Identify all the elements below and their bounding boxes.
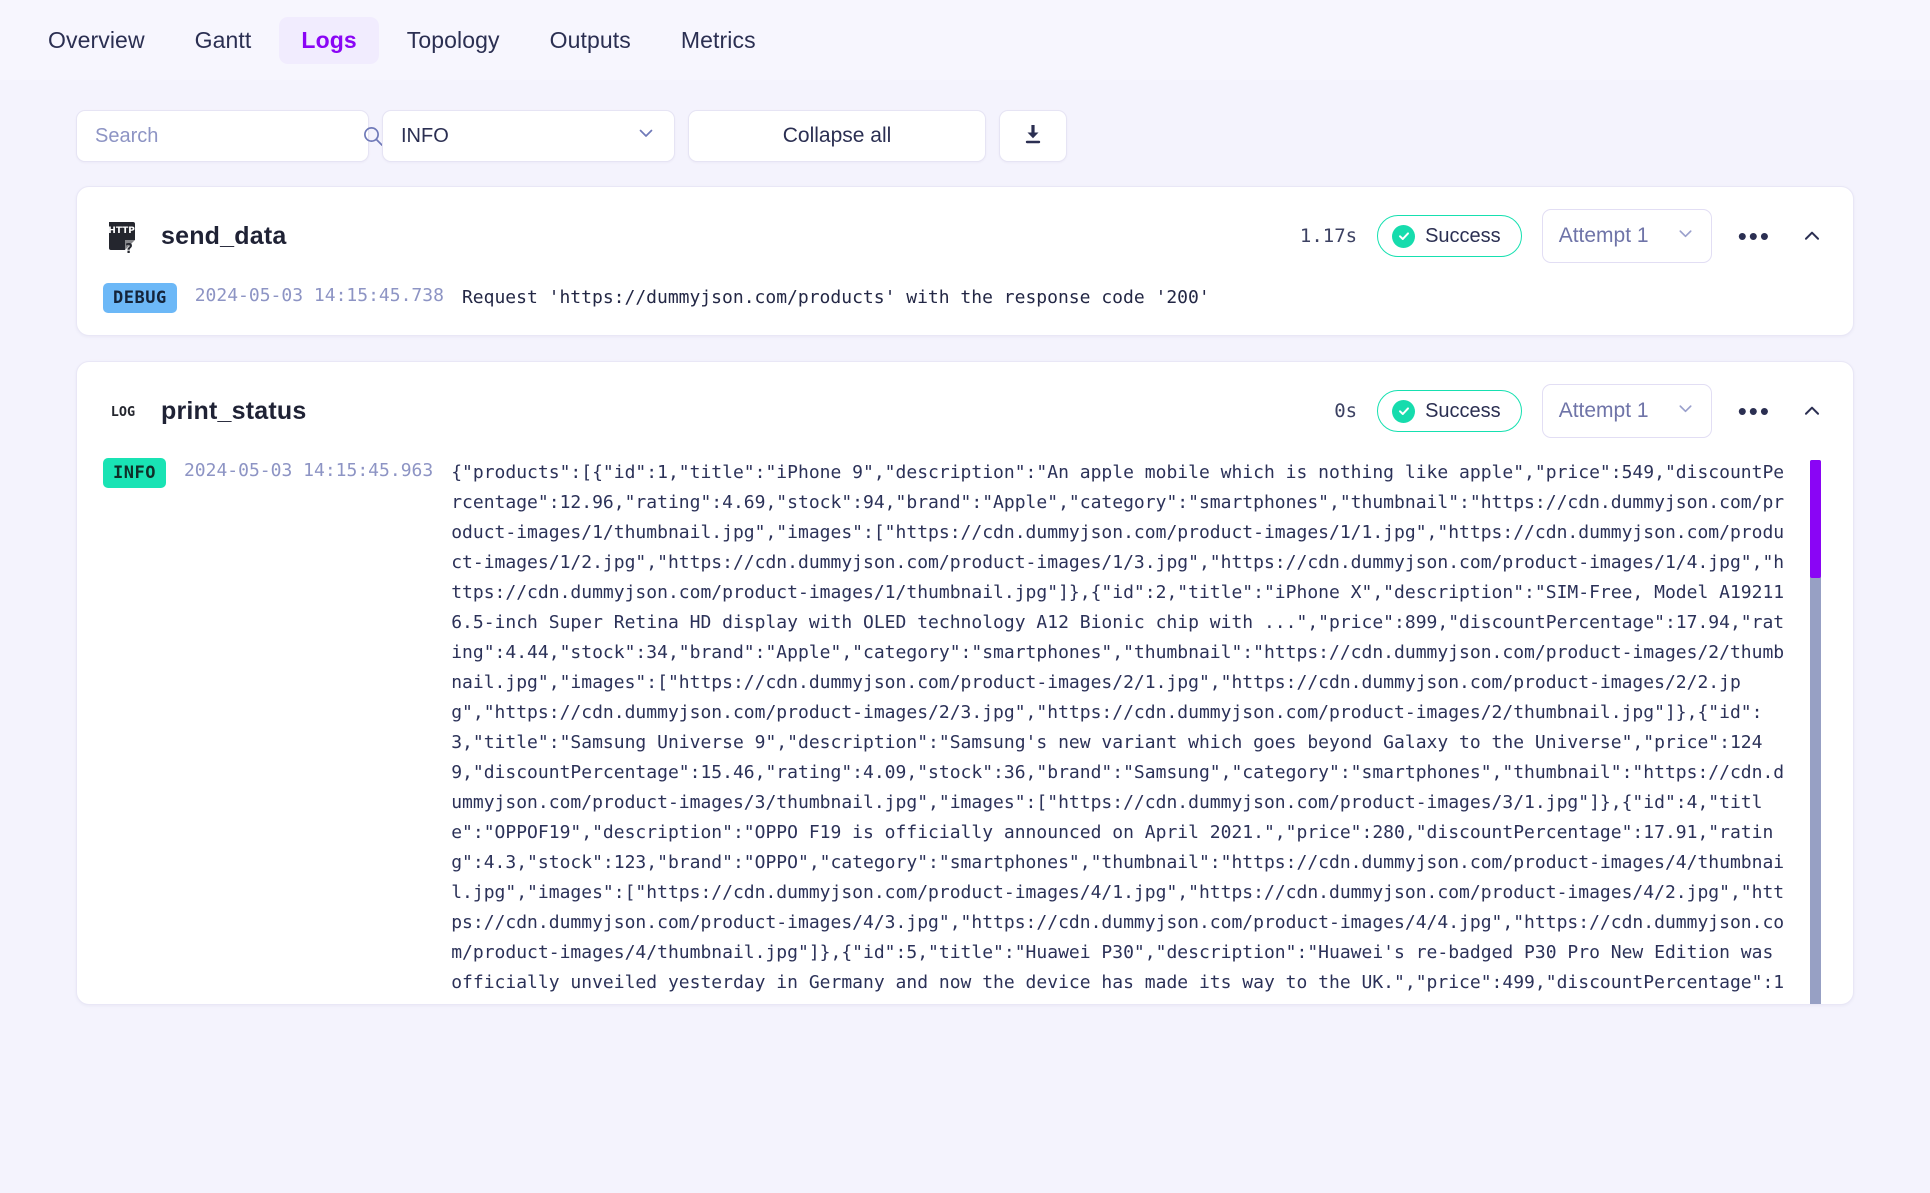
task-name: print_status: [161, 396, 307, 425]
log-scrollbar[interactable]: [1810, 460, 1821, 1004]
tab-outputs[interactable]: Outputs: [528, 17, 653, 64]
log-level-value: INFO: [401, 124, 449, 147]
tab-metrics[interactable]: Metrics: [659, 17, 778, 64]
task-name: send_data: [161, 221, 287, 250]
chevron-down-icon: [1676, 399, 1695, 424]
search-input[interactable]: [93, 123, 362, 149]
attempt-label: Attempt 1: [1558, 224, 1649, 247]
attempt-select[interactable]: Attempt 1: [1541, 209, 1712, 263]
ellipsis-icon[interactable]: •••: [1732, 223, 1777, 249]
status-badge: Success: [1377, 215, 1522, 257]
download-icon: [1021, 122, 1045, 151]
task-duration: 0s: [1334, 400, 1358, 422]
chevron-down-icon: [636, 123, 656, 149]
log-timestamp: 2024-05-03 14:15:45.963: [183, 460, 434, 481]
status-label: Success: [1425, 399, 1501, 422]
task-duration: 1.17s: [1299, 225, 1358, 247]
card-header: LOG print_status 0s Success Attempt 1 ••…: [77, 362, 1853, 456]
log-cards-container: HTTP ? send_data 1.17s Success Attempt 1: [0, 162, 1930, 1005]
attempt-select[interactable]: Attempt 1: [1541, 384, 1712, 438]
search-icon: [362, 125, 384, 147]
tab-gantt[interactable]: Gantt: [173, 17, 274, 64]
log-line: DEBUG 2024-05-03 14:15:45.738 Request 'h…: [103, 281, 1827, 313]
card-header-actions: 1.17s Success Attempt 1 •••: [1300, 209, 1827, 263]
log-level-select[interactable]: INFO: [382, 110, 675, 162]
check-circle-icon: [1392, 399, 1416, 423]
log-body: INFO 2024-05-03 14:15:45.963 {"products"…: [77, 456, 1853, 1004]
status-badge: Success: [1377, 390, 1522, 432]
svg-text:LOG: LOG: [111, 404, 135, 420]
card-header: HTTP ? send_data 1.17s Success Attempt 1: [77, 187, 1853, 281]
log-line: INFO 2024-05-03 14:15:45.963 {"products"…: [103, 456, 1791, 1004]
log-level-badge: DEBUG: [103, 283, 177, 313]
chevron-down-icon: [1676, 224, 1695, 249]
log-text-icon: LOG: [103, 391, 143, 431]
download-button[interactable]: [999, 110, 1067, 162]
card-header-actions: 0s Success Attempt 1 •••: [1334, 384, 1827, 438]
collapse-all-button[interactable]: Collapse all: [688, 110, 986, 162]
log-message: Request 'https://dummyjson.com/products'…: [461, 287, 1210, 308]
search-box[interactable]: [76, 110, 383, 162]
tab-logs[interactable]: Logs: [279, 16, 379, 64]
top-nav: Overview Gantt Logs Topology Outputs Met…: [0, 0, 1930, 80]
ellipsis-icon[interactable]: •••: [1732, 398, 1777, 424]
attempt-label: Attempt 1: [1558, 399, 1649, 422]
log-message: {"products":[{"id":1,"title":"iPhone 9",…: [451, 462, 1785, 1004]
collapse-all-label: Collapse all: [782, 124, 892, 147]
log-card-send-data: HTTP ? send_data 1.17s Success Attempt 1: [76, 186, 1854, 336]
log-body: DEBUG 2024-05-03 14:15:45.738 Request 'h…: [77, 281, 1853, 335]
logs-toolbar: INFO Collapse all: [0, 80, 1930, 162]
log-scrollbar-thumb[interactable]: [1810, 460, 1821, 578]
tab-overview[interactable]: Overview: [26, 17, 167, 64]
chevron-up-icon[interactable]: [1797, 400, 1827, 422]
chevron-up-icon[interactable]: [1797, 225, 1827, 247]
http-question-icon: HTTP ?: [103, 216, 143, 257]
svg-text:HTTP: HTTP: [108, 226, 135, 236]
tab-topology[interactable]: Topology: [385, 17, 522, 64]
log-timestamp: 2024-05-03 14:15:45.738: [194, 285, 444, 306]
check-circle-icon: [1392, 224, 1416, 248]
svg-text:?: ?: [125, 242, 133, 256]
log-card-print-status: LOG print_status 0s Success Attempt 1 ••…: [76, 361, 1854, 1005]
log-level-badge: INFO: [103, 458, 166, 488]
status-label: Success: [1425, 224, 1501, 247]
log-scroll-region[interactable]: INFO 2024-05-03 14:15:45.963 {"products"…: [103, 456, 1827, 1004]
